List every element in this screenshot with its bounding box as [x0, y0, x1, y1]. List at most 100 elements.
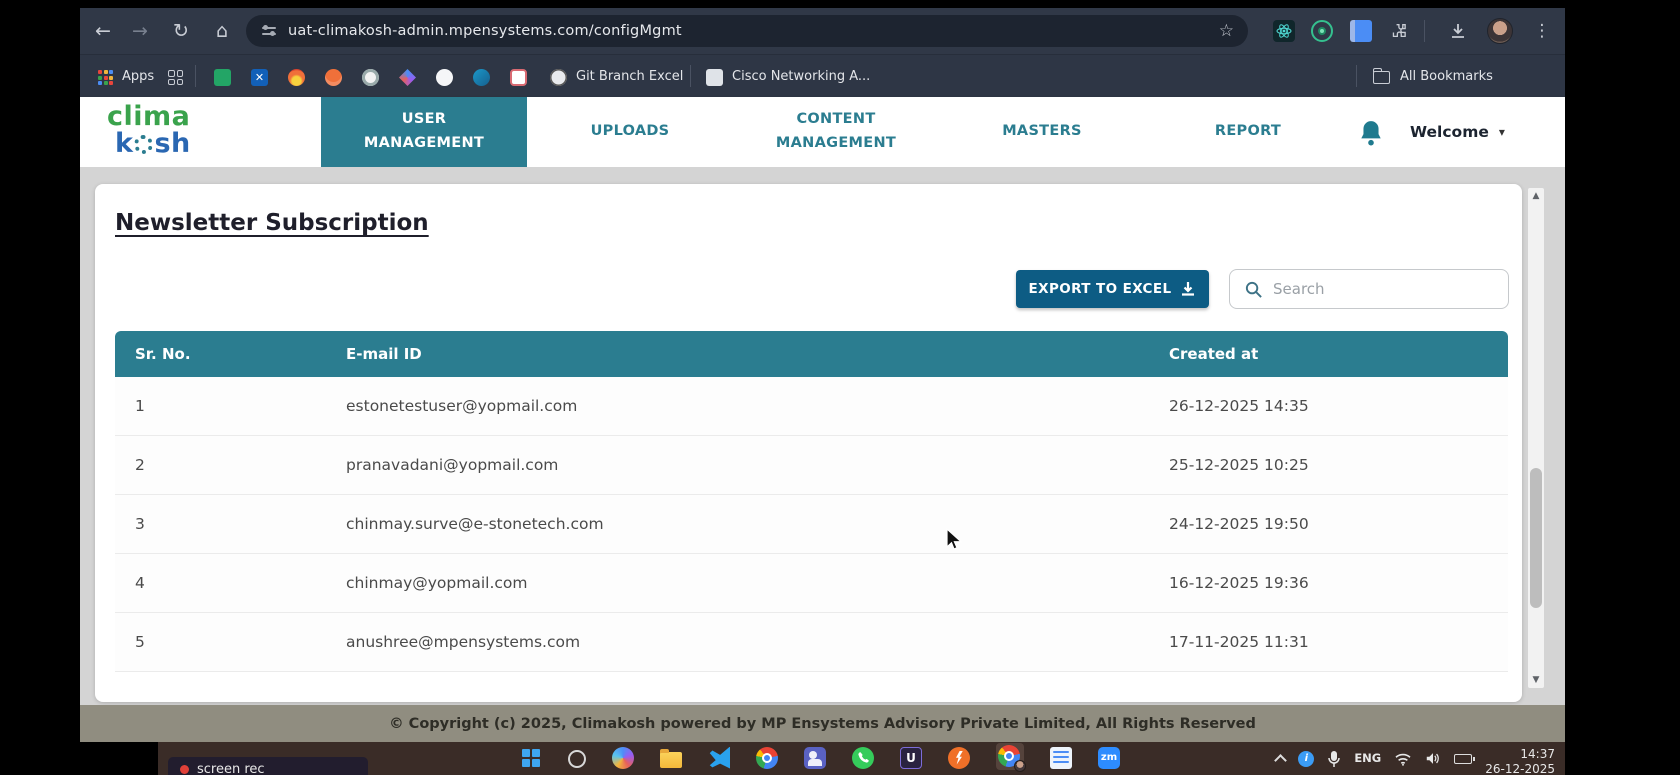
chrome-profile-badge	[1014, 760, 1026, 772]
cell-sr-no: 4	[115, 574, 346, 592]
url-text[interactable]: uat-climakosh-admin.mpensystems.com/conf…	[288, 23, 682, 39]
downloads-icon[interactable]	[1442, 8, 1474, 54]
cell-email: chinmay@yopmail.com	[346, 574, 1169, 592]
export-to-excel-button[interactable]: EXPORT TO EXCEL	[1016, 270, 1209, 308]
back-icon[interactable]: ←	[87, 8, 119, 54]
welcome-label: Welcome	[1410, 123, 1489, 141]
table-row: 1estonetestuser@yopmail.com26-12-2025 14…	[115, 377, 1508, 436]
search-input[interactable]	[1273, 280, 1508, 298]
nav-tab-user-management[interactable]: USER MANAGEMENT	[321, 97, 527, 167]
nav-tab-uploads[interactable]: UPLOADS	[527, 97, 733, 167]
x-app-bookmark-icon[interactable]: ✕	[251, 69, 268, 86]
sheets-bookmark-icon[interactable]	[214, 69, 231, 86]
apps-grid-icon[interactable]	[98, 70, 113, 85]
table-row: 4chinmay@yopmail.com16-12-2025 19:36	[115, 554, 1508, 613]
teams-icon[interactable]	[804, 747, 826, 769]
site-settings-icon[interactable]	[262, 25, 278, 37]
zap-app-icon[interactable]	[948, 747, 970, 769]
windows-start-icon[interactable]	[520, 747, 542, 769]
u-app-icon[interactable]: U	[900, 747, 922, 769]
github-bookmark-icon[interactable]	[436, 69, 453, 86]
zoom-app-icon[interactable]: zm	[1098, 747, 1120, 769]
home-icon[interactable]: ⌂	[206, 8, 238, 54]
notification-bell-icon[interactable]	[1358, 119, 1384, 147]
apps-label[interactable]: Apps	[122, 55, 154, 98]
table-row: 5anushree@mpensystems.com17-11-2025 11:3…	[115, 613, 1508, 672]
tray-expand-icon[interactable]	[1274, 754, 1287, 767]
react-devtools-extension-icon[interactable]	[1273, 20, 1295, 42]
bookmark-star-icon[interactable]: ☆	[1219, 15, 1234, 47]
nav-tab-report[interactable]: REPORT	[1145, 97, 1351, 167]
all-bookmarks-label[interactable]: All Bookmarks	[1400, 55, 1493, 98]
copilot-icon[interactable]	[612, 747, 634, 769]
cell-created-at: 17-11-2025 11:31	[1169, 633, 1469, 651]
forms-bookmark-icon[interactable]	[510, 69, 527, 86]
column-header-sr-no: Sr. No.	[115, 345, 346, 363]
target-extension-icon[interactable]	[1311, 20, 1333, 42]
flame-bookmark-icon[interactable]	[288, 69, 305, 86]
table-row: 2pranavadani@yopmail.com25-12-2025 10:25	[115, 436, 1508, 495]
book-extension-icon[interactable]	[1350, 20, 1372, 42]
all-bookmarks-folder-icon[interactable]	[1373, 71, 1390, 84]
copyright-text: © Copyright (c) 2025, Climakosh powered …	[389, 716, 1256, 732]
bookmarks-grid-icon[interactable]	[168, 70, 183, 85]
info-tray-icon[interactable]: i	[1298, 751, 1314, 767]
volume-icon[interactable]	[1425, 751, 1441, 766]
cell-email: pranavadani@yopmail.com	[346, 456, 1169, 474]
recording-dot-icon	[180, 765, 189, 774]
forward-icon[interactable]: →	[124, 8, 156, 54]
table-header-row: Sr. No. E-mail ID Created at	[115, 331, 1508, 377]
chrome-icon[interactable]	[756, 747, 778, 769]
chrome-active-window-icon[interactable]	[996, 743, 1024, 770]
s-app-bookmark-icon[interactable]	[473, 69, 490, 86]
tray-clock[interactable]: 14:37 26-12-2025	[1485, 742, 1555, 775]
reddit-bookmark-icon[interactable]	[325, 69, 342, 86]
address-bar[interactable]: uat-climakosh-admin.mpensystems.com/conf…	[246, 15, 1248, 47]
cisco-bookmark-icon[interactable]	[706, 69, 723, 86]
bookmark-cisco-networking[interactable]: Cisco Networking A...	[732, 55, 870, 98]
system-tray: i ENG 14:37 26-12-2025	[1276, 742, 1555, 775]
mouse-cursor	[946, 528, 963, 552]
profile-avatar[interactable]	[1487, 18, 1513, 44]
vertical-scrollbar[interactable]: ▲ ▼	[1528, 188, 1544, 688]
whatsapp-icon[interactable]	[852, 747, 874, 769]
column-header-email: E-mail ID	[346, 345, 1169, 363]
nav-tab-content-management[interactable]: CONTENT MANAGEMENT	[733, 97, 939, 167]
battery-icon[interactable]	[1454, 754, 1472, 764]
spiral-bookmark-icon[interactable]	[362, 69, 379, 86]
newsletter-card: Newsletter Subscription EXPORT TO EXCEL …	[95, 184, 1522, 702]
scrollbar-thumb[interactable]	[1530, 468, 1542, 608]
toolbar-divider	[1424, 20, 1425, 42]
globe-bookmark-icon[interactable]	[550, 69, 567, 86]
subscription-table: Sr. No. E-mail ID Created at 1estonetest…	[115, 331, 1508, 672]
browser-menu-icon[interactable]: ⋮	[1526, 8, 1558, 54]
taskbar-search-icon[interactable]	[568, 750, 586, 768]
wifi-icon[interactable]	[1394, 752, 1412, 766]
file-explorer-icon[interactable]	[660, 752, 682, 768]
cell-email: anushree@mpensystems.com	[346, 633, 1169, 651]
column-header-created-at: Created at	[1169, 345, 1469, 363]
gemini-bookmark-icon[interactable]	[399, 69, 416, 86]
nav-tab-masters[interactable]: MASTERS	[939, 97, 1145, 167]
climakosh-logo[interactable]: clima ksh	[107, 103, 191, 157]
export-button-label: EXPORT TO EXCEL	[1029, 281, 1172, 297]
extensions-puzzle-icon[interactable]	[1388, 20, 1410, 42]
cell-sr-no: 1	[115, 397, 346, 415]
welcome-menu[interactable]: Welcome ▾	[1410, 97, 1505, 167]
reload-icon[interactable]: ↻	[165, 8, 197, 54]
language-indicator[interactable]: ENG	[1354, 752, 1381, 765]
vscode-icon[interactable]	[708, 747, 730, 769]
page-title: Newsletter Subscription	[115, 210, 429, 236]
tray-date: 26-12-2025	[1485, 762, 1555, 775]
cell-created-at: 16-12-2025 19:36	[1169, 574, 1469, 592]
cell-email: estonetestuser@yopmail.com	[346, 397, 1169, 415]
cell-sr-no: 2	[115, 456, 346, 474]
scroll-up-icon[interactable]: ▲	[1528, 188, 1544, 204]
notepad-icon[interactable]	[1050, 747, 1072, 769]
bookmark-git-branch-excel[interactable]: Git Branch Excel	[576, 55, 683, 98]
cell-created-at: 26-12-2025 14:35	[1169, 397, 1469, 415]
screen-recording-badge[interactable]: screen rec	[168, 757, 368, 775]
microphone-tray-icon[interactable]	[1327, 750, 1341, 768]
scroll-down-icon[interactable]: ▼	[1528, 672, 1544, 688]
os-taskbar: U zm i ENG 14:37 26-12-2025	[158, 742, 1565, 775]
